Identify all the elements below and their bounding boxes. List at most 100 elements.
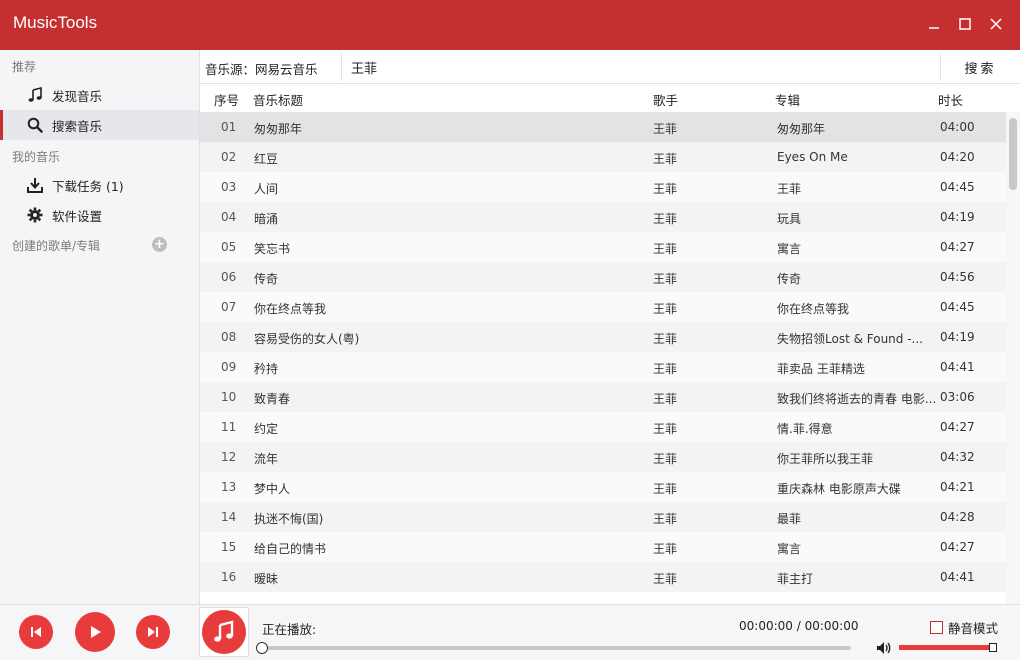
row-album: 致我们终将逝去的青春 电影... bbox=[777, 392, 937, 406]
row-duration: 04:21 bbox=[940, 480, 975, 494]
table-row[interactable]: 05 笑忘书 王菲 寓言 04:27 bbox=[200, 232, 1006, 262]
row-title: 执迷不悔(国) bbox=[254, 512, 324, 526]
music-note-icon bbox=[26, 86, 44, 104]
row-artist: 王菲 bbox=[653, 272, 678, 286]
volume-slider[interactable] bbox=[899, 645, 994, 650]
row-index: 01 bbox=[221, 120, 237, 134]
row-title: 容易受伤的女人(粤) bbox=[254, 332, 360, 346]
mute-checkbox[interactable] bbox=[930, 621, 943, 634]
row-index: 04 bbox=[221, 210, 237, 224]
skip-previous-icon bbox=[31, 627, 41, 637]
scrollbar-thumb[interactable] bbox=[1009, 118, 1017, 190]
mute-label: 静音模式 bbox=[948, 621, 999, 636]
row-index: 13 bbox=[221, 480, 237, 494]
row-title: 矜持 bbox=[254, 362, 279, 376]
table-row[interactable]: 02 红豆 王菲 Eyes On Me 04:20 bbox=[200, 142, 1006, 172]
row-title: 约定 bbox=[254, 422, 279, 436]
table-row[interactable]: 16 暧昧 王菲 菲主打 04:41 bbox=[200, 562, 1006, 592]
row-index: 06 bbox=[221, 270, 237, 284]
row-index: 02 bbox=[221, 150, 237, 164]
progress-bar[interactable] bbox=[261, 646, 851, 650]
row-duration: 04:27 bbox=[940, 540, 975, 554]
search-input[interactable] bbox=[341, 53, 940, 81]
sidebar: 推荐 发现音乐 搜索音乐 我的音乐 下载任务 (1) 软件设置 创建的歌单/专辑… bbox=[0, 50, 200, 604]
row-album: Eyes On Me bbox=[777, 150, 848, 164]
gear-icon bbox=[26, 206, 44, 224]
row-title: 你在终点等我 bbox=[254, 302, 327, 316]
title-bar: MusicTools bbox=[0, 0, 1020, 50]
sidebar-item-label: 搜索音乐 bbox=[52, 118, 103, 134]
table-row[interactable]: 14 执迷不悔(国) 王菲 最菲 04:28 bbox=[200, 502, 1006, 532]
now-playing-label: 正在播放: bbox=[262, 622, 317, 637]
row-album: 你王菲所以我王菲 bbox=[777, 452, 874, 466]
table-row[interactable]: 10 致青春 王菲 致我们终将逝去的青春 电影... 03:06 bbox=[200, 382, 1006, 412]
row-artist: 王菲 bbox=[653, 542, 678, 556]
table-row[interactable]: 01 匆匆那年 王菲 匆匆那年 04:00 bbox=[200, 112, 1006, 142]
row-duration: 03:06 bbox=[940, 390, 975, 404]
sidebar-item-search[interactable]: 搜索音乐 bbox=[0, 110, 199, 140]
row-index: 12 bbox=[221, 450, 237, 464]
row-index: 15 bbox=[221, 540, 237, 554]
maximize-button[interactable] bbox=[955, 14, 975, 34]
row-index: 10 bbox=[221, 390, 237, 404]
table-row[interactable]: 03 人间 王菲 王菲 04:45 bbox=[200, 172, 1006, 202]
next-button[interactable] bbox=[136, 615, 170, 649]
header-title: 音乐标题 bbox=[253, 93, 304, 108]
play-button[interactable] bbox=[75, 612, 115, 652]
skip-next-icon bbox=[148, 627, 158, 637]
row-index: 08 bbox=[221, 330, 237, 344]
header-index: 序号 bbox=[214, 93, 240, 108]
header-album: 专辑 bbox=[775, 93, 801, 108]
row-title: 致青春 bbox=[254, 392, 291, 406]
search-button[interactable]: 搜索 bbox=[940, 53, 1020, 81]
row-artist: 王菲 bbox=[653, 242, 678, 256]
table-row[interactable]: 07 你在终点等我 王菲 你在终点等我 04:45 bbox=[200, 292, 1006, 322]
close-button[interactable] bbox=[986, 14, 1006, 34]
table-row[interactable]: 04 暗涌 王菲 玩具 04:19 bbox=[200, 202, 1006, 232]
row-duration: 04:45 bbox=[940, 300, 975, 314]
sidebar-item-settings[interactable]: 软件设置 bbox=[0, 200, 199, 230]
row-album: 传奇 bbox=[777, 272, 802, 286]
row-title: 笑忘书 bbox=[254, 242, 291, 256]
row-duration: 04:32 bbox=[940, 450, 975, 464]
table-row[interactable]: 08 容易受伤的女人(粤) 王菲 失物招领Lost & Found -... 04:19 bbox=[200, 322, 1006, 352]
add-playlist-button[interactable]: + bbox=[152, 237, 167, 252]
minimize-button[interactable] bbox=[924, 14, 944, 34]
header-artist: 歌手 bbox=[653, 93, 679, 108]
row-album: 寓言 bbox=[777, 242, 802, 256]
previous-button[interactable] bbox=[19, 615, 53, 649]
row-artist: 王菲 bbox=[653, 452, 678, 466]
table-row[interactable]: 15 给自己的情书 王菲 寓言 04:27 bbox=[200, 532, 1006, 562]
album-cover[interactable] bbox=[199, 607, 249, 657]
row-album: 寓言 bbox=[777, 542, 802, 556]
row-index: 07 bbox=[221, 300, 237, 314]
sidebar-section-playlists: 创建的歌单/专辑 bbox=[12, 239, 101, 253]
music-note-icon bbox=[202, 610, 246, 654]
mute-toggle[interactable]: 静音模式 bbox=[930, 618, 998, 637]
music-source-label: 音乐源：网易云音乐 bbox=[205, 62, 318, 77]
row-artist: 王菲 bbox=[653, 512, 678, 526]
row-artist: 王菲 bbox=[653, 212, 678, 226]
table-row[interactable]: 09 矜持 王菲 菲卖品 王菲精选 04:41 bbox=[200, 352, 1006, 382]
progress-knob[interactable] bbox=[256, 642, 268, 654]
row-duration: 04:19 bbox=[940, 330, 975, 344]
row-album: 王菲 bbox=[777, 182, 802, 196]
volume-knob[interactable] bbox=[989, 643, 997, 652]
table-row[interactable]: 06 传奇 王菲 传奇 04:56 bbox=[200, 262, 1006, 292]
row-artist: 王菲 bbox=[653, 422, 678, 436]
row-album: 玩具 bbox=[777, 212, 802, 226]
table-row[interactable]: 12 流年 王菲 你王菲所以我王菲 04:32 bbox=[200, 442, 1006, 472]
sidebar-item-label: 软件设置 bbox=[52, 208, 103, 224]
volume-icon[interactable] bbox=[876, 641, 892, 658]
row-artist: 王菲 bbox=[653, 302, 678, 316]
sidebar-section-my-music: 我的音乐 bbox=[12, 150, 61, 164]
table-row[interactable]: 13 梦中人 王菲 重庆森林 电影原声大碟 04:21 bbox=[200, 472, 1006, 502]
row-artist: 王菲 bbox=[653, 572, 678, 586]
row-artist: 王菲 bbox=[653, 482, 678, 496]
sidebar-item-discover[interactable]: 发现音乐 bbox=[0, 80, 199, 110]
sidebar-item-download[interactable]: 下载任务 (1) bbox=[0, 170, 199, 200]
table-row[interactable]: 11 约定 王菲 情.菲.得意 04:27 bbox=[200, 412, 1006, 442]
table-header: 序号 音乐标题 歌手 专辑 时长 bbox=[200, 84, 1020, 112]
row-title: 人间 bbox=[254, 182, 279, 196]
row-album: 菲主打 bbox=[777, 572, 814, 586]
